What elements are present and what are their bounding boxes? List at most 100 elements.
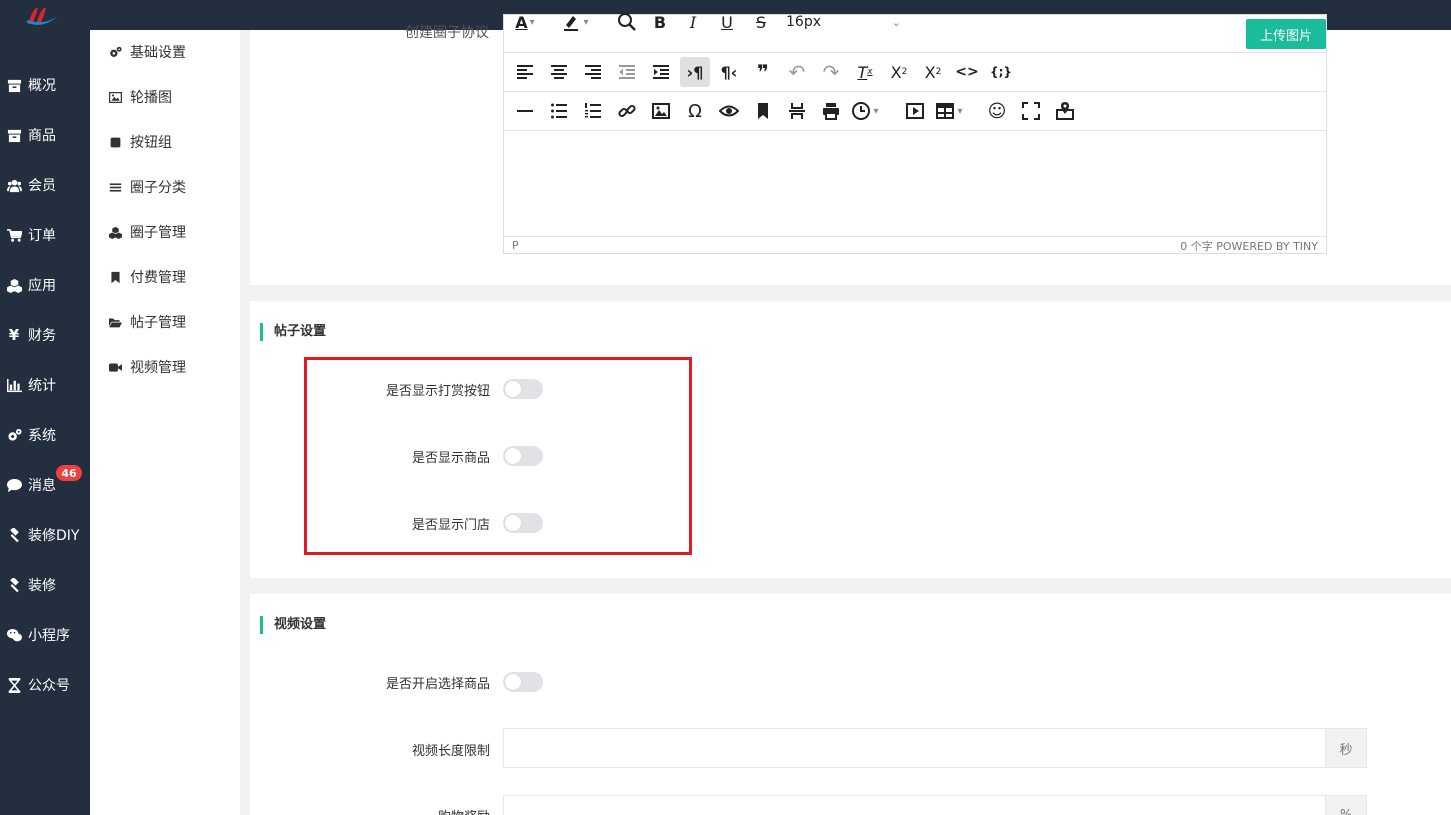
submenu-item-carousel[interactable]: 轮播图 bbox=[90, 82, 240, 112]
sidebar-item-label: 订单 bbox=[28, 228, 56, 244]
sidebar-item-official-account[interactable]: 公众号 bbox=[0, 665, 90, 705]
secondary-menu: 基础设置 轮播图 按钮组 圈子分类 圈子管理 付费管理 帖子管理 视频管理 bbox=[90, 30, 240, 815]
page-break-icon[interactable] bbox=[782, 96, 812, 126]
numbered-list-icon[interactable] bbox=[578, 96, 608, 126]
sidebar-item-label: 装修 bbox=[28, 578, 56, 594]
sidebar-item-diy[interactable]: 装修DIY bbox=[0, 515, 90, 555]
align-center-icon[interactable] bbox=[544, 57, 574, 87]
submenu-item-video-management[interactable]: 视频管理 bbox=[90, 352, 240, 382]
sidebar-item-orders[interactable]: 订单 bbox=[0, 215, 90, 255]
fullscreen-icon[interactable] bbox=[1016, 96, 1046, 126]
square-icon bbox=[108, 135, 122, 149]
map-location-icon[interactable] bbox=[1050, 96, 1080, 126]
blockquote-icon[interactable]: ❞ bbox=[748, 57, 778, 87]
submenu-item-circle-category[interactable]: 圈子分类 bbox=[90, 172, 240, 202]
clear-formatting-icon[interactable]: Tx bbox=[850, 57, 880, 87]
submenu-item-label: 按钮组 bbox=[130, 135, 172, 151]
video-length-input[interactable] bbox=[503, 728, 1326, 768]
horizontal-rule-icon[interactable] bbox=[510, 96, 540, 126]
bullet-list-icon[interactable] bbox=[544, 96, 574, 126]
submenu-item-label: 轮播图 bbox=[130, 90, 172, 106]
sidebar-item-miniprogram[interactable]: 小程序 bbox=[0, 615, 90, 655]
print-icon[interactable] bbox=[816, 96, 846, 126]
sidebar-item-messages[interactable]: 消息 46 bbox=[0, 465, 90, 505]
emoticon-icon[interactable]: ☺ bbox=[982, 96, 1012, 126]
word-count: 0 个字 POWERED BY TINY bbox=[1180, 239, 1318, 253]
sidebar-item-apps[interactable]: 应用 bbox=[0, 265, 90, 305]
editor-statusbar: P 0 个字 POWERED BY TINY bbox=[504, 236, 1326, 254]
submenu-item-label: 帖子管理 bbox=[130, 315, 186, 331]
folder-open-icon bbox=[108, 315, 122, 329]
outdent-icon[interactable] bbox=[612, 57, 642, 87]
align-left-icon[interactable] bbox=[510, 57, 540, 87]
seconds-suffix: 秒 bbox=[1326, 728, 1367, 768]
gears-icon bbox=[6, 427, 22, 443]
redo-icon[interactable]: ↷ bbox=[816, 57, 846, 87]
submenu-item-label: 圈子分类 bbox=[130, 180, 186, 196]
shopping-reward-input[interactable] bbox=[503, 795, 1326, 815]
yen-icon: ¥ bbox=[8, 326, 20, 344]
sidebar-item-label: 消息 bbox=[28, 478, 56, 494]
video-settings-title: 视频设置 bbox=[260, 616, 326, 634]
italic-button[interactable]: I bbox=[678, 7, 708, 37]
main-sidebar: 概况 商品 会员 订单 应用 ¥ 财务 统计 系统 消息 46 装修DIY 装修 bbox=[0, 30, 90, 815]
select-goods-toggle[interactable] bbox=[503, 672, 543, 692]
anchor-bookmark-icon[interactable] bbox=[748, 96, 778, 126]
select-goods-label: 是否开启选择商品 bbox=[385, 677, 490, 692]
insert-image-icon[interactable] bbox=[646, 96, 676, 126]
upload-image-button[interactable]: 上传图片 bbox=[1246, 19, 1326, 49]
preview-eye-icon[interactable] bbox=[714, 96, 744, 126]
table-icon[interactable]: ▾ bbox=[934, 96, 964, 126]
sidebar-item-overview[interactable]: 概况 bbox=[0, 65, 90, 105]
submenu-item-label: 视频管理 bbox=[130, 360, 186, 376]
sidebar-item-finance[interactable]: ¥ 财务 bbox=[0, 315, 90, 355]
subscript-icon[interactable]: X2 bbox=[884, 57, 914, 87]
sidebar-item-statistics[interactable]: 统计 bbox=[0, 365, 90, 405]
element-path[interactable]: P bbox=[512, 239, 519, 252]
archive-icon bbox=[6, 77, 22, 93]
rtl-direction-icon[interactable]: ¶‹ bbox=[714, 57, 744, 87]
code-icon[interactable]: <> bbox=[952, 57, 982, 87]
special-char-icon[interactable]: Ω bbox=[680, 96, 710, 126]
align-right-icon[interactable] bbox=[578, 57, 608, 87]
media-play-icon[interactable] bbox=[900, 96, 930, 126]
sidebar-item-label: 系统 bbox=[28, 428, 56, 444]
sidebar-item-decoration[interactable]: 装修 bbox=[0, 565, 90, 605]
text-color-button[interactable]: A ▾ bbox=[510, 7, 540, 37]
strikethrough-button[interactable]: S bbox=[746, 7, 776, 37]
users-icon bbox=[6, 177, 22, 193]
underline-button[interactable]: U bbox=[712, 7, 742, 37]
insert-datetime-icon[interactable]: ▾ bbox=[850, 96, 880, 126]
sidebar-item-label: 会员 bbox=[28, 178, 56, 194]
sidebar-item-system[interactable]: 系统 bbox=[0, 415, 90, 455]
submenu-item-basic-settings[interactable]: 基础设置 bbox=[90, 37, 240, 67]
link-icon[interactable] bbox=[612, 96, 642, 126]
bold-button[interactable]: B bbox=[645, 7, 675, 37]
submenu-item-circle-management[interactable]: 圈子管理 bbox=[90, 217, 240, 247]
superscript-icon[interactable]: X2 bbox=[918, 57, 948, 87]
indent-icon[interactable] bbox=[646, 57, 676, 87]
video-length-label: 视频长度限制 bbox=[411, 744, 490, 759]
font-size-select[interactable]: 16px ⌄ bbox=[784, 7, 909, 37]
toolbar-row-2: ›¶ ¶‹ ❞ ↶ ↷ Tx X2 X2 <> {;} bbox=[504, 53, 1326, 92]
sidebar-item-members[interactable]: 会员 bbox=[0, 165, 90, 205]
ltr-direction-icon[interactable]: ›¶ bbox=[680, 57, 710, 87]
archive-icon bbox=[6, 127, 22, 143]
search-icon[interactable] bbox=[612, 7, 642, 37]
highlight-color-button[interactable]: ▾ bbox=[560, 7, 590, 37]
list-icon bbox=[108, 180, 122, 194]
comment-icon bbox=[6, 477, 22, 493]
submenu-item-paid-management[interactable]: 付费管理 bbox=[90, 262, 240, 292]
brand-logo[interactable] bbox=[24, 4, 60, 28]
code-sample-icon[interactable]: {;} bbox=[986, 57, 1016, 87]
font-size-value: 16px bbox=[786, 14, 821, 30]
toolbar-row-1: A ▾ ▾ B I U S 16px ⌄ 上传图片 bbox=[504, 13, 1326, 53]
gavel-icon bbox=[6, 577, 22, 593]
chevron-down-icon: ⌄ bbox=[891, 15, 901, 29]
undo-icon[interactable]: ↶ bbox=[782, 57, 812, 87]
sidebar-item-goods[interactable]: 商品 bbox=[0, 115, 90, 155]
editor-content-area[interactable] bbox=[504, 131, 1326, 235]
submenu-item-button-group[interactable]: 按钮组 bbox=[90, 127, 240, 157]
submenu-item-post-management[interactable]: 帖子管理 bbox=[90, 307, 240, 337]
video-settings-card bbox=[250, 594, 1451, 815]
